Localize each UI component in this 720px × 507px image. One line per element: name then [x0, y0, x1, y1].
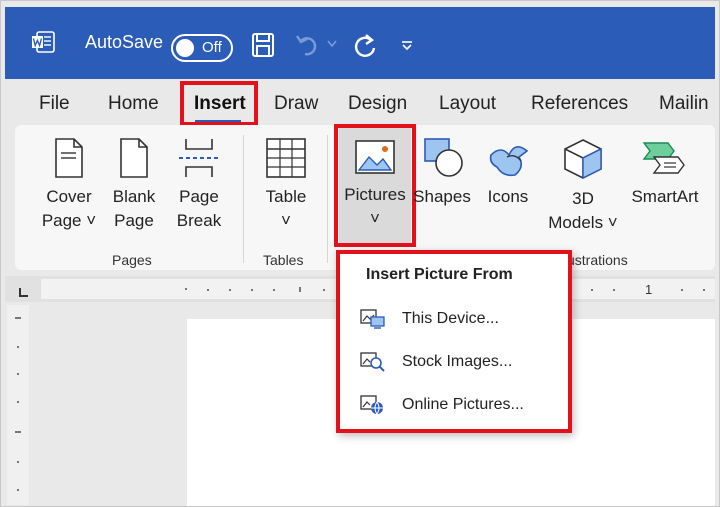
ruler-tick [17, 489, 19, 491]
table-button[interactable]: Table ˅ [257, 137, 315, 233]
tab-references[interactable]: References [531, 93, 628, 115]
tab-home[interactable]: Home [108, 93, 159, 115]
save-icon[interactable] [251, 32, 275, 58]
table-chevron: ˅ [281, 211, 291, 230]
ruler-tick [229, 289, 231, 291]
ruler-tick [299, 287, 301, 292]
autosave-toggle[interactable]: Off [171, 34, 233, 62]
undo-chevron-down-icon[interactable] [327, 40, 337, 48]
smartart-button[interactable]: SmartArt [625, 137, 705, 209]
3d-models-button[interactable]: 3D Models ˅ [543, 137, 623, 235]
tab-layout[interactable]: Layout [439, 93, 496, 115]
ruler-tick [323, 289, 325, 291]
page-break-label-1: Page [179, 187, 219, 206]
ruler-tick [17, 401, 19, 403]
3d-models-label-2: Models ˅ [548, 213, 618, 232]
online-pictures-label: Online Pictures... [402, 396, 524, 413]
ruler-tick [17, 373, 19, 375]
ruler-tick [17, 346, 19, 348]
page-break-icon [179, 139, 219, 177]
illustrations-group-label: ustrations [567, 252, 628, 268]
page-break-button[interactable]: Page Break [171, 137, 227, 233]
device-picture-icon [360, 309, 385, 329]
insert-tab-highlight [180, 81, 258, 126]
ruler-tick [251, 289, 253, 291]
tab-design[interactable]: Design [348, 93, 407, 115]
toggle-knob [176, 39, 194, 57]
blank-page-button[interactable]: Blank Page [106, 137, 162, 233]
insert-picture-dropdown: Insert Picture From This Device... Stock… [336, 250, 572, 433]
blank-page-icon [120, 138, 148, 178]
stock-images-label: Stock Images... [402, 353, 513, 370]
tab-draw[interactable]: Draw [274, 93, 318, 115]
ruler-tick [17, 461, 19, 463]
ruler-tick [15, 431, 21, 433]
pictures-button-highlight [334, 124, 416, 247]
pages-group-label: Pages [112, 252, 152, 268]
shapes-button[interactable]: Shapes [413, 137, 471, 209]
blank-page-label-2: Page [114, 211, 154, 230]
page-break-label-2: Break [176, 211, 222, 230]
customize-toolbar-icon[interactable] [401, 41, 413, 51]
ruler-tick [185, 288, 187, 290]
ruler-tick [613, 289, 615, 291]
dropdown-title: Insert Picture From [366, 266, 513, 283]
group-separator [243, 135, 244, 263]
vertical-ruler [7, 305, 29, 505]
ruler-tick [15, 317, 21, 319]
ruler-tick [273, 289, 275, 291]
table-label: Table [265, 187, 307, 206]
word-window: AutoSave Off File Home Insert Draw Desig… [0, 0, 720, 507]
icons-label: Icons [487, 187, 529, 206]
shapes-label: Shapes [413, 187, 471, 206]
word-logo-icon[interactable] [31, 31, 55, 53]
stock-images-icon [360, 352, 385, 372]
smartart-icon [642, 142, 685, 174]
icons-icon [489, 146, 529, 177]
tab-stop-selector-icon[interactable] [17, 287, 29, 299]
ruler-tick [703, 289, 705, 291]
cover-page-button[interactable]: Cover Page ˅ [39, 137, 99, 233]
ruler-tick [591, 289, 593, 291]
ruler-tick [207, 289, 209, 291]
toggle-state-label: Off [202, 39, 222, 56]
smartart-label: SmartArt [631, 187, 699, 206]
cover-page-label-2: Page ˅ [41, 211, 97, 230]
icons-button[interactable]: Icons [481, 137, 535, 209]
3d-models-icon [564, 139, 602, 180]
tab-mailings[interactable]: Mailin [659, 93, 709, 115]
3d-models-label-1: 3D [572, 189, 594, 208]
ruler-tick [681, 289, 683, 291]
group-separator [327, 135, 328, 263]
cover-page-icon [55, 138, 83, 178]
blank-page-label-1: Blank [112, 187, 156, 206]
this-device-label: This Device... [402, 310, 499, 327]
online-pictures-icon [360, 395, 383, 415]
cover-page-label-1: Cover [46, 187, 92, 206]
shapes-icon [424, 138, 463, 177]
ruler-number: 1 [645, 282, 653, 297]
autosave-label: AutoSave [85, 32, 164, 52]
title-bar: AutoSave Off [5, 7, 715, 79]
tab-file[interactable]: File [39, 93, 70, 115]
table-icon [266, 138, 306, 178]
tables-group-label: Tables [263, 252, 304, 268]
redo-icon[interactable] [351, 32, 379, 60]
undo-icon[interactable] [295, 32, 323, 58]
